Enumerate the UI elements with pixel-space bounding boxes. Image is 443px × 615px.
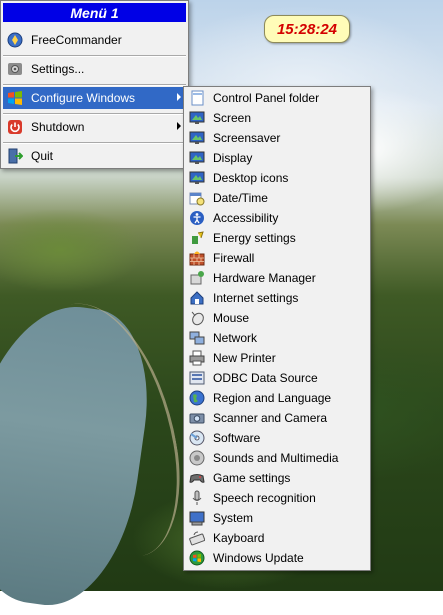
menu-item-label: FreeCommander (31, 33, 122, 47)
accessibility-icon (189, 210, 205, 226)
firewall-icon (189, 250, 205, 266)
menu-title: Menü 1 (3, 3, 186, 22)
menu-separator (3, 142, 186, 144)
energy-icon (189, 230, 205, 246)
submenu-item-label: System (213, 511, 254, 525)
submenu-item-label: Screensaver (213, 131, 281, 145)
network-icon (189, 330, 205, 346)
submenu-item-display[interactable]: Display (186, 148, 368, 168)
quit-icon (7, 148, 23, 164)
submenu-item-label: Internet settings (213, 291, 299, 305)
submenu-item-label: Network (213, 331, 258, 345)
submenu-item-system[interactable]: System (186, 508, 368, 528)
submenu-item-scanner-and-camera[interactable]: Scanner and Camera (186, 408, 368, 428)
menu-item-configure-windows[interactable]: Configure Windows (3, 87, 186, 109)
submenu-item-hardware-manager[interactable]: Hardware Manager (186, 268, 368, 288)
globe-icon (189, 390, 205, 406)
submenu-item-label: Date/Time (213, 191, 268, 205)
submenu-arrow-icon (177, 93, 181, 101)
submenu-item-desktop-icons[interactable]: Desktop icons (186, 168, 368, 188)
menu-item-label: Settings... (31, 62, 85, 76)
submenu-item-label: Kayboard (213, 531, 265, 545)
submenu-item-screen[interactable]: Screen (186, 108, 368, 128)
keyboard-icon (189, 530, 205, 546)
submenu-item-energy-settings[interactable]: Energy settings (186, 228, 368, 248)
submenu-item-odbc-data-source[interactable]: ODBC Data Source (186, 368, 368, 388)
monitor-icon (189, 150, 205, 166)
monitor-icon (189, 130, 205, 146)
settings-icon (7, 61, 23, 77)
submenu-item-screensaver[interactable]: Screensaver (186, 128, 368, 148)
speaker-icon (189, 450, 205, 466)
submenu-item-label: Desktop icons (213, 171, 289, 185)
submenu-item-region-and-language[interactable]: Region and Language (186, 388, 368, 408)
submenu-item-accessibility[interactable]: Accessibility (186, 208, 368, 228)
scanner-icon (189, 410, 205, 426)
submenu-item-label: Game settings (213, 471, 291, 485)
submenu-item-label: Accessibility (213, 211, 279, 225)
submenu-arrow-icon (177, 122, 181, 130)
menu-item-quit[interactable]: Quit (3, 145, 186, 167)
windows-update-icon (189, 550, 205, 566)
menu-item-shutdown[interactable]: Shutdown (3, 116, 186, 138)
menu-item-label: Quit (31, 149, 54, 163)
submenu-item-label: Display (213, 151, 253, 165)
submenu-item-label: Screen (213, 111, 252, 125)
gamepad-icon (189, 470, 205, 486)
submenu-item-label: Mouse (213, 311, 250, 325)
system-icon (189, 510, 205, 526)
submenu-item-label: Speech recognition (213, 491, 316, 505)
submenu-item-game-settings[interactable]: Game settings (186, 468, 368, 488)
clock-widget: 15:28:24 (264, 15, 350, 43)
submenu-item-software[interactable]: Software (186, 428, 368, 448)
submenu-item-control-panel-folder[interactable]: Control Panel folder (186, 88, 368, 108)
hardware-icon (189, 270, 205, 286)
submenu-item-new-printer[interactable]: New Printer (186, 348, 368, 368)
submenu-item-firewall[interactable]: Firewall (186, 248, 368, 268)
submenu-item-label: Scanner and Camera (213, 411, 328, 425)
submenu-item-label: New Printer (213, 351, 276, 365)
submenu-item-label: Region and Language (213, 391, 332, 405)
menu-separator (3, 55, 186, 57)
submenu-item-internet-settings[interactable]: Internet settings (186, 288, 368, 308)
monitor-icon (189, 170, 205, 186)
microphone-icon (189, 490, 205, 506)
menu-item-settings[interactable]: Settings... (3, 58, 186, 80)
menu-item-label: Shutdown (31, 120, 85, 134)
menu-item-label: Configure Windows (31, 91, 136, 105)
menu-item-freecommander[interactable]: FreeCommander (3, 29, 186, 51)
submenu-item-sounds-and-multimedia[interactable]: Sounds and Multimedia (186, 448, 368, 468)
menu-separator (3, 113, 186, 115)
menu-title-text: Menü 1 (70, 4, 119, 21)
submenu-item-keyboard[interactable]: Kayboard (186, 528, 368, 548)
printer-icon (189, 350, 205, 366)
main-menu: Menü 1 FreeCommander Settings... Configu… (0, 0, 189, 169)
calendar-clock-icon (189, 190, 205, 206)
power-icon (7, 119, 23, 135)
submenu-item-date-time[interactable]: Date/Time (186, 188, 368, 208)
submenu-item-label: Energy settings (213, 231, 296, 245)
submenu-item-mouse[interactable]: Mouse (186, 308, 368, 328)
submenu-item-network[interactable]: Network (186, 328, 368, 348)
configure-windows-submenu: Control Panel folder Screen Screensaver … (183, 86, 371, 571)
monitor-icon (189, 110, 205, 126)
submenu-item-label: Control Panel folder (213, 91, 320, 105)
submenu-item-label: Sounds and Multimedia (213, 451, 339, 465)
submenu-item-label: Windows Update (213, 551, 304, 565)
submenu-item-windows-update[interactable]: Windows Update (186, 548, 368, 568)
mouse-icon (189, 310, 205, 326)
windows-logo-icon (7, 90, 23, 106)
submenu-item-label: Hardware Manager (213, 271, 316, 285)
submenu-item-label: Firewall (213, 251, 255, 265)
menu-separator (3, 84, 186, 86)
freecommander-icon (7, 32, 23, 48)
submenu-item-speech-recognition[interactable]: Speech recognition (186, 488, 368, 508)
odbc-icon (189, 370, 205, 386)
submenu-item-label: ODBC Data Source (213, 371, 318, 385)
clock-time: 15:28:24 (276, 20, 338, 38)
internet-icon (189, 290, 205, 306)
software-icon (189, 430, 205, 446)
folder-page-icon (189, 90, 205, 106)
submenu-item-label: Software (213, 431, 261, 445)
